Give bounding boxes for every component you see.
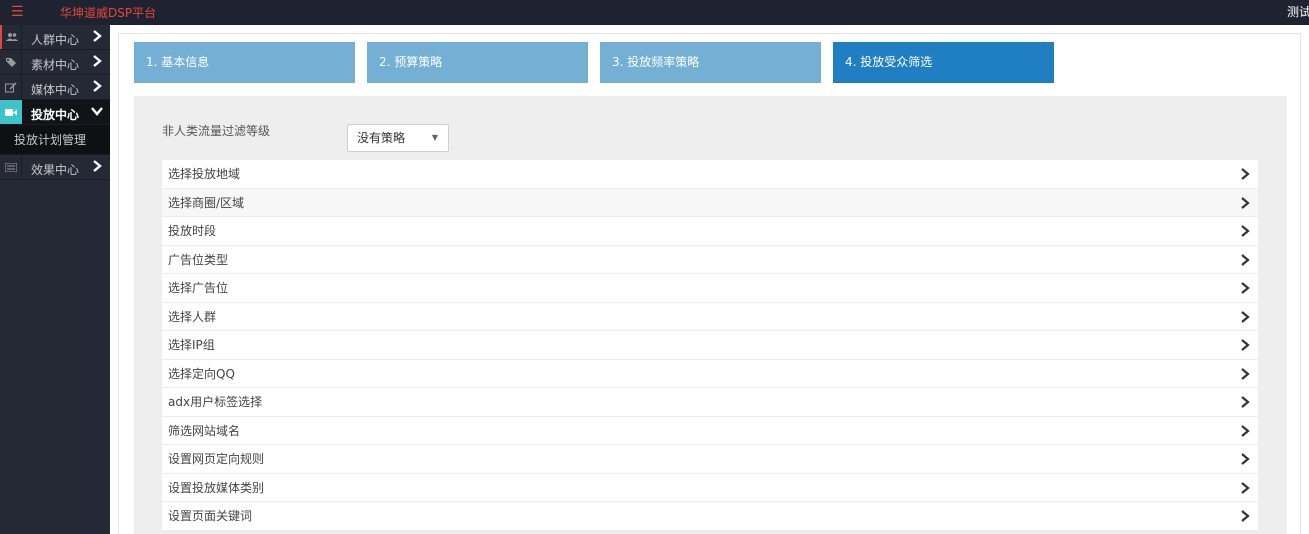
- main-content: 1. 基本信息 2. 预算策略 3. 投放频率策略 4. 投放受众筛选 非人类流…: [118, 33, 1301, 534]
- chevron-right-icon: [1241, 510, 1250, 522]
- traffic-filter-label: 非人类流量过滤等级: [162, 124, 271, 138]
- sidebar-item-label: 媒体中心: [31, 83, 80, 97]
- sidebar-item-performance[interactable]: 效果中心: [0, 155, 110, 180]
- chevron-right-icon: [1241, 396, 1250, 408]
- chevron-right-icon: [93, 55, 102, 67]
- step-frequency-strategy[interactable]: 3. 投放频率策略: [600, 42, 821, 83]
- chevron-right-icon: [1241, 339, 1250, 351]
- audience-filter-panel: 非人类流量过滤等级 没有策略 ▼ 选择投放地域 选择商圈/区域 投放时段 广告位…: [134, 96, 1287, 534]
- list-icon: [0, 155, 22, 179]
- user-name[interactable]: 测试: [1287, 4, 1309, 20]
- users-icon: [0, 25, 22, 49]
- list-item[interactable]: 设置网页定向规则: [162, 445, 1258, 474]
- tag-icon: [0, 50, 22, 74]
- list-item[interactable]: 选择IP组: [162, 331, 1258, 360]
- sidebar-item-label: 素材中心: [31, 58, 80, 72]
- list-item[interactable]: 广告位类型: [162, 245, 1258, 274]
- caret-down-icon: ▼: [431, 133, 438, 142]
- chevron-right-icon: [1241, 282, 1250, 294]
- chevron-right-icon: [1241, 481, 1250, 494]
- top-bar: ☰ 华坤道威DSP平台 测试: [0, 0, 1309, 25]
- step-audience-filter[interactable]: 4. 投放受众筛选: [833, 42, 1054, 83]
- brand-title[interactable]: 华坤道威DSP平台: [60, 5, 156, 21]
- chevron-right-icon: [1241, 168, 1250, 180]
- list-item[interactable]: 筛选网站域名: [162, 416, 1258, 445]
- sidebar-item-label: 效果中心: [31, 163, 80, 177]
- chevron-right-icon: [1241, 196, 1250, 209]
- list-item[interactable]: 选择定向QQ: [162, 359, 1258, 388]
- chevron-right-icon: [1241, 253, 1250, 266]
- traffic-filter-select[interactable]: 没有策略 ▼: [347, 124, 449, 152]
- step-basic-info[interactable]: 1. 基本信息: [134, 42, 355, 83]
- sidebar-subitem-plan-management[interactable]: 投放计划管理: [0, 125, 110, 155]
- chevron-down-icon: [91, 107, 103, 116]
- sidebar-item-delivery[interactable]: 投放中心: [0, 100, 110, 125]
- chevron-right-icon: [1241, 424, 1250, 437]
- list-item[interactable]: 设置投放媒体类别: [162, 473, 1258, 502]
- sidebar: 人群中心 素材中心 媒体中心 投放中心 投放计划管理 效果中心: [0, 25, 110, 534]
- list-item[interactable]: adx用户标签选择: [162, 388, 1258, 417]
- hamburger-icon[interactable]: ☰: [11, 4, 24, 20]
- list-item[interactable]: 投放时段: [162, 217, 1258, 246]
- chevron-right-icon: [1241, 367, 1250, 380]
- sidebar-item-label: 人群中心: [31, 33, 80, 47]
- edit-icon: [0, 75, 22, 99]
- list-item[interactable]: 设置页面关键词: [162, 502, 1258, 531]
- sidebar-item-media[interactable]: 媒体中心: [0, 75, 110, 100]
- targeting-options-list: 选择投放地域 选择商圈/区域 投放时段 广告位类型 选择广告位 选择人群 选择I…: [162, 160, 1258, 531]
- chevron-right-icon: [1241, 453, 1250, 465]
- video-camera-icon: [0, 100, 22, 124]
- chevron-right-icon: [93, 160, 102, 172]
- list-item[interactable]: 选择广告位: [162, 274, 1258, 303]
- sidebar-item-audience[interactable]: 人群中心: [0, 25, 110, 50]
- chevron-right-icon: [93, 80, 102, 92]
- step-budget-strategy[interactable]: 2. 预算策略: [367, 42, 588, 83]
- sidebar-item-creative[interactable]: 素材中心: [0, 50, 110, 75]
- chevron-right-icon: [1241, 225, 1250, 237]
- sidebar-item-label: 投放中心: [31, 108, 80, 122]
- chevron-right-icon: [1241, 310, 1250, 323]
- chevron-right-icon: [93, 30, 102, 42]
- list-item[interactable]: 选择人群: [162, 302, 1258, 331]
- traffic-filter-value: 没有策略: [357, 131, 406, 145]
- list-item[interactable]: 选择商圈/区域: [162, 188, 1258, 217]
- list-item[interactable]: 选择投放地域: [162, 160, 1258, 189]
